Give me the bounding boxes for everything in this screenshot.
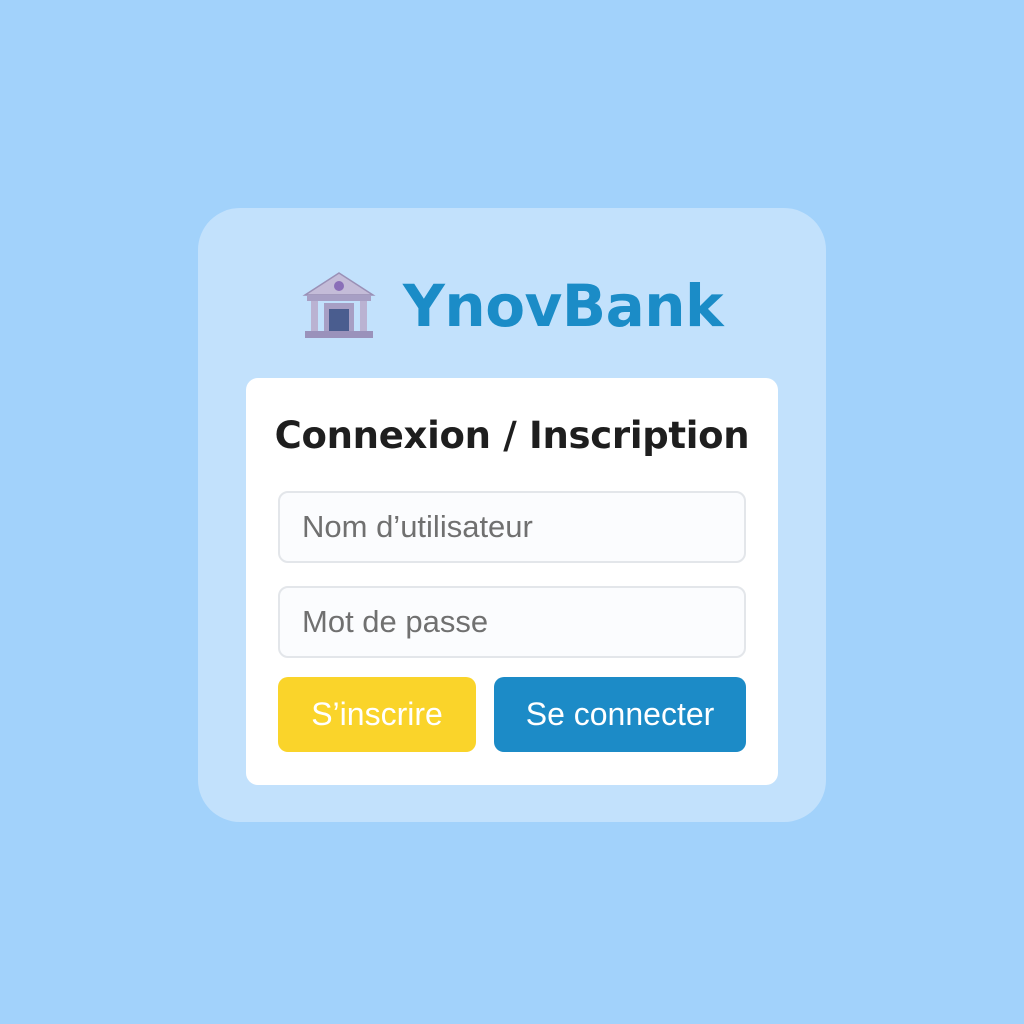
brand-header: YnovBank (198, 266, 826, 346)
bank-building-icon (301, 271, 377, 341)
login-panel: YnovBank Connexion / Inscription S’inscr… (198, 208, 826, 822)
brand-name: YnovBank (402, 272, 724, 340)
password-input[interactable] (278, 586, 746, 658)
login-button[interactable]: Se connecter (494, 677, 746, 752)
form-title: Connexion / Inscription (274, 414, 750, 457)
auth-form-card: Connexion / Inscription S’inscrire Se co… (246, 378, 778, 785)
register-button[interactable]: S’inscrire (278, 677, 476, 752)
username-input[interactable] (278, 491, 746, 563)
